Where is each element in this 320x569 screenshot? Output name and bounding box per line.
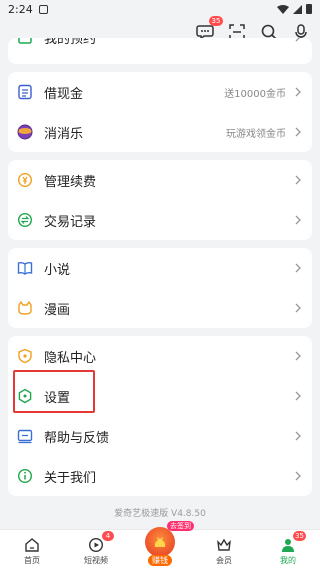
menu-content: 我的预约 借现金 送10000金币 消消乐 玩游戏领金币 管理续费 交易记录 小… [8, 38, 312, 519]
menu-item-label: 设置 [44, 390, 71, 406]
app-version: 爱奇艺极速版 V4.8.50 [114, 509, 206, 519]
menu-item-label: 我的预约 [44, 38, 97, 47]
message-badge: 35 [209, 16, 223, 26]
menu-item-match-game[interactable]: 消消乐 玩游戏领金币 [8, 112, 312, 152]
menu-item-manage-renewal[interactable]: 管理续费 [8, 160, 312, 200]
tab-label: 我的 [280, 556, 296, 565]
chevron-right-icon [295, 471, 301, 481]
menu-item-comics[interactable]: 漫画 [8, 288, 312, 328]
crown-icon [215, 536, 233, 554]
book-icon [16, 259, 34, 277]
money-bag-icon [145, 527, 175, 557]
chevron-right-icon [295, 303, 301, 313]
chevron-right-icon [295, 87, 301, 97]
chevron-right-icon [295, 127, 301, 137]
chevron-right-icon [295, 38, 300, 42]
tab-label: 赚钱 [148, 555, 172, 566]
wifi-icon [277, 4, 289, 14]
menu-item-privacy-center[interactable]: 隐私中心 [8, 336, 312, 376]
short-video-badge: 4 [102, 531, 114, 541]
menu-item-label: 管理续费 [44, 174, 97, 190]
tab-short-video[interactable]: 4 短视频 [68, 531, 124, 566]
menu-item-help-feedback[interactable]: 帮助与反馈 [8, 416, 312, 456]
info-icon [16, 467, 34, 485]
status-bar: 2:24 [0, 0, 320, 18]
chevron-right-icon [295, 351, 301, 361]
menu-item-my-reservations[interactable]: 我的预约 [8, 38, 312, 50]
menu-item-label: 关于我们 [44, 470, 97, 486]
bottom-tab-bar: 首页 4 短视频 去签到 赚钱 会员 35 我的 [0, 521, 320, 569]
notification-icon [38, 4, 48, 14]
menu-item-promo-text: 玩游戏领金币 [226, 128, 286, 140]
home-icon [23, 536, 41, 554]
tab-label: 会员 [216, 556, 232, 565]
calendar-icon [16, 38, 34, 46]
menu-item-novels[interactable]: 小说 [8, 248, 312, 288]
menu-item-transactions[interactable]: 交易记录 [8, 200, 312, 240]
menu-item-label: 漫画 [44, 302, 71, 318]
tab-label: 短视频 [84, 556, 108, 565]
menu-item-label: 消消乐 [44, 126, 84, 142]
tab-membership[interactable]: 会员 [196, 536, 252, 566]
feedback-icon [16, 427, 34, 445]
chevron-right-icon [295, 175, 301, 185]
cat-face-icon [16, 299, 34, 317]
menu-item-label: 小说 [44, 262, 71, 278]
game-ball-icon [16, 123, 34, 141]
status-time: 2:24 [8, 2, 33, 16]
menu-item-settings[interactable]: 设置 [8, 376, 312, 416]
signal-icon [293, 4, 302, 14]
menu-group-settings: 隐私中心 设置 帮助与反馈 关于我们 [8, 336, 312, 496]
menu-item-label: 交易记录 [44, 214, 97, 230]
tab-label: 首页 [24, 556, 40, 565]
menu-group-payments: 管理续费 交易记录 [8, 160, 312, 240]
chevron-right-icon [295, 215, 301, 225]
menu-group-promotions: 借现金 送10000金币 消消乐 玩游戏领金币 [8, 72, 312, 152]
chevron-right-icon [295, 263, 301, 273]
chevron-right-icon [295, 431, 301, 441]
menu-item-about-us[interactable]: 关于我们 [8, 456, 312, 496]
menu-item-label: 借现金 [44, 86, 84, 102]
battery-icon [306, 4, 312, 14]
menu-group-reservations: 我的预约 [8, 38, 312, 64]
checkin-tag: 去签到 [167, 521, 194, 531]
menu-item-borrow-cash[interactable]: 借现金 送10000金币 [8, 72, 312, 112]
menu-group-reading: 小说 漫画 [8, 248, 312, 328]
me-badge: 35 [293, 531, 306, 541]
yuan-cycle-icon [16, 171, 34, 189]
tab-home[interactable]: 首页 [4, 536, 60, 566]
exchange-icon [16, 211, 34, 229]
hexagon-settings-icon [16, 387, 34, 405]
chevron-right-icon [295, 391, 301, 401]
menu-item-label: 隐私中心 [44, 350, 97, 366]
menu-item-promo-text: 送10000金币 [224, 88, 286, 100]
tab-earn-money[interactable]: 去签到 赚钱 [132, 521, 194, 566]
tab-me[interactable]: 35 我的 [260, 531, 316, 566]
shield-icon [16, 347, 34, 365]
menu-item-label: 帮助与反馈 [44, 430, 110, 446]
document-icon [16, 83, 34, 101]
